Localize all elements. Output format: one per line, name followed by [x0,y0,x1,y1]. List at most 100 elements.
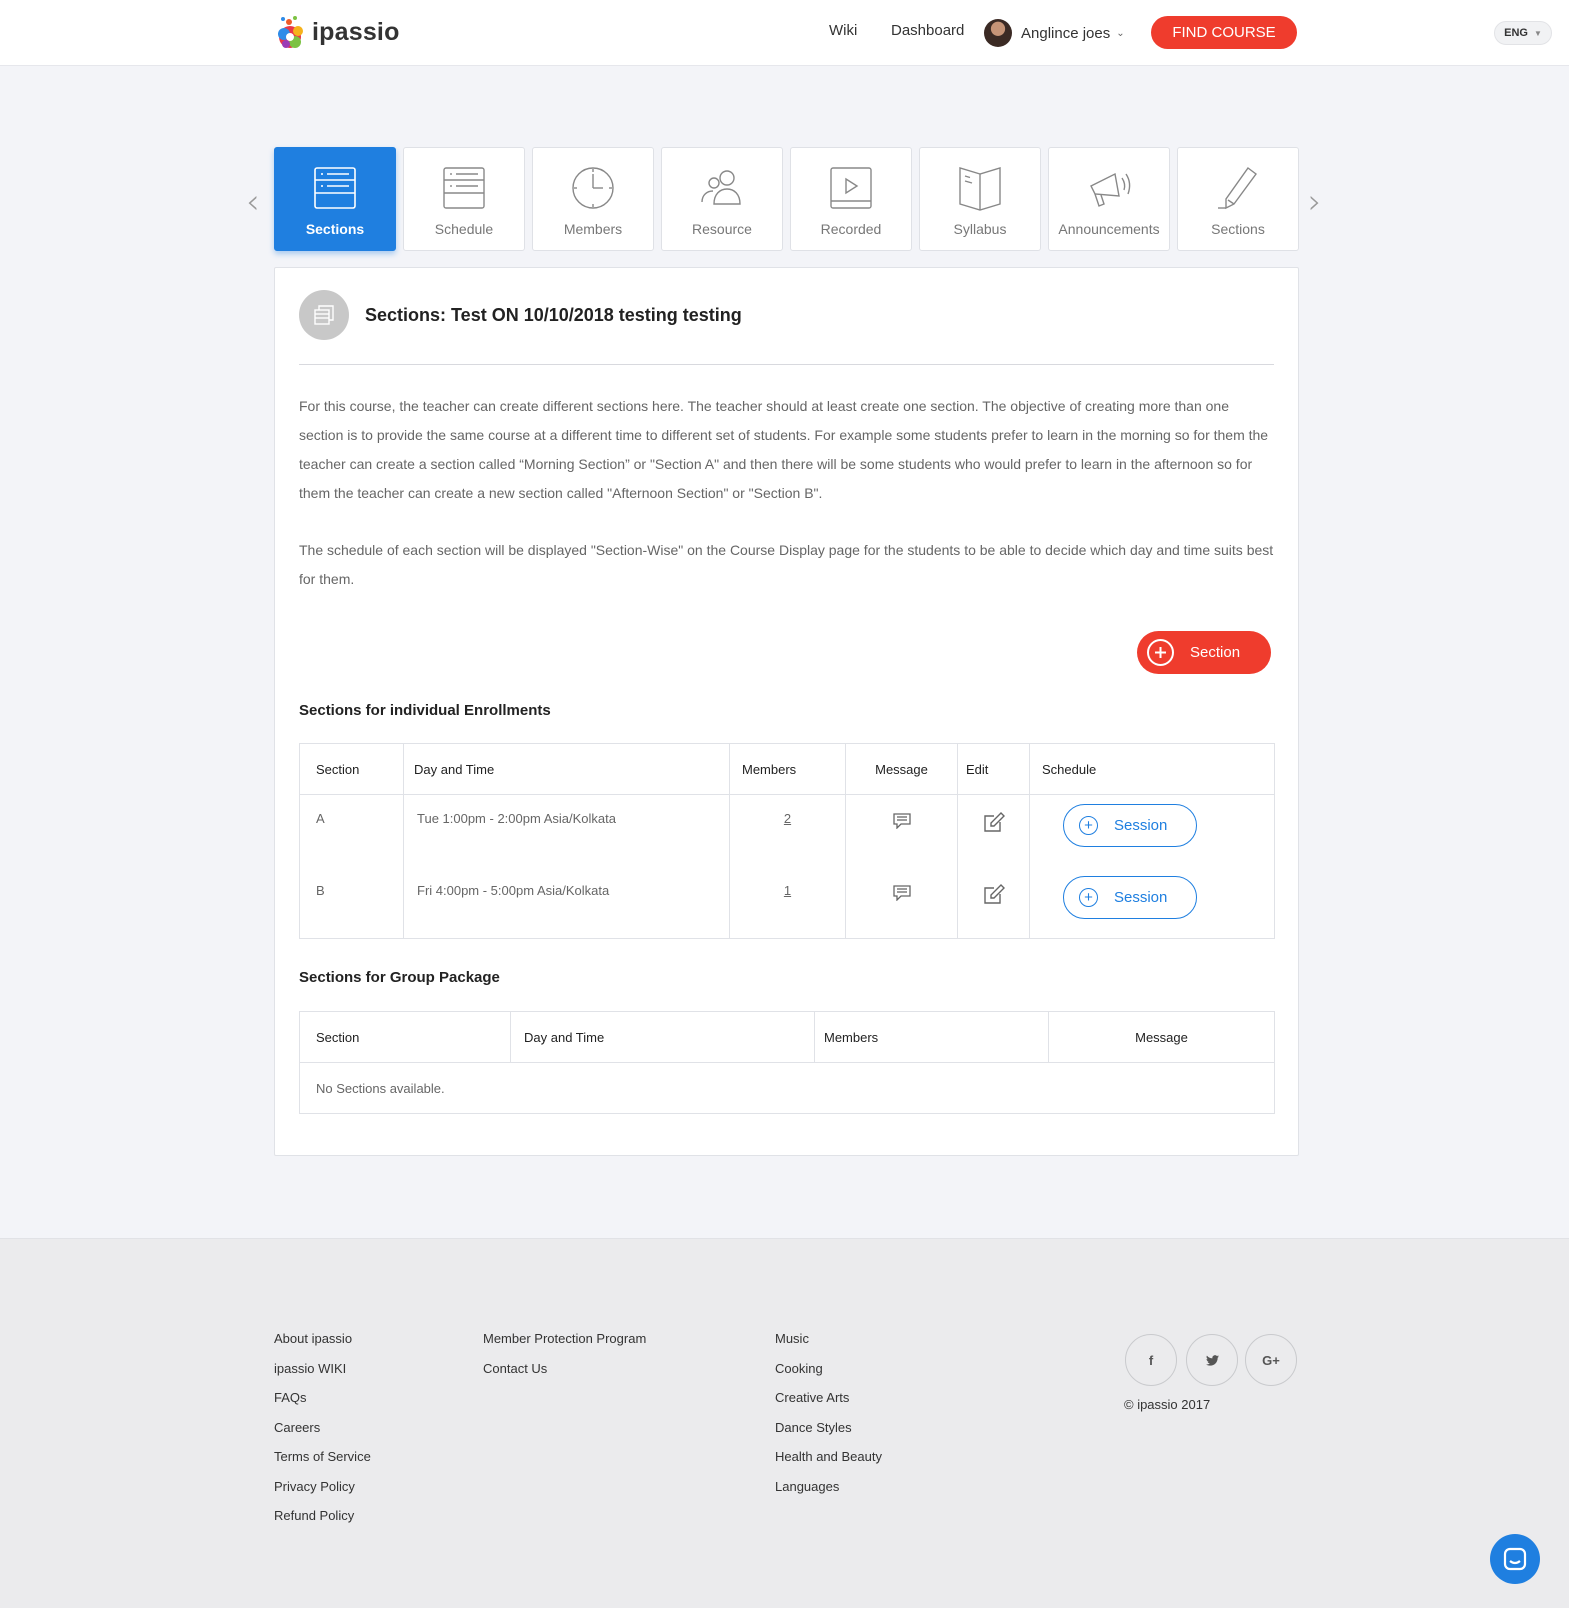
footer-link[interactable]: Careers [274,1420,320,1435]
group-sections-title: Sections for Group Package [299,969,500,986]
book-icon [959,167,1001,211]
col-header: Day and Time [510,1011,815,1063]
logo[interactable]: ipassio [272,12,400,52]
plus-icon [1147,639,1174,666]
logo-mark-icon [278,16,303,48]
tabs-next-arrow-icon[interactable]: › [1308,182,1322,222]
description: For this course, the teacher can create … [299,392,1274,622]
footer-link[interactable]: FAQs [274,1390,307,1405]
add-section-button[interactable]: Section [1137,631,1271,674]
col-header: Message [845,743,958,795]
table-row: A Tue 1:00pm - 2:00pm Asia/Kolkata 2 + S… [299,794,1275,867]
megaphone-icon [1090,172,1131,207]
tabs-prev-arrow-icon[interactable]: ‹ [246,182,260,222]
page-title: Sections: Test ON 10/10/2018 testing tes… [365,304,742,325]
tab-label: Schedule [434,221,494,237]
tab-label: Members [563,221,623,237]
footer-link[interactable]: Member Protection Program [483,1331,646,1346]
members-count-link[interactable]: 2 [784,811,791,826]
footer-link[interactable]: Languages [775,1479,839,1494]
schedule-cell: + Session [1029,794,1275,867]
col-header: Section [299,743,404,795]
members-icon [701,170,741,205]
footer-link[interactable]: ipassio WIKI [274,1361,346,1376]
members-count-link[interactable]: 1 [784,883,791,898]
tab-label: Announcements [1058,221,1160,237]
edit-cell [957,794,1030,867]
tab-label: Sections [1211,221,1265,237]
tab-members[interactable]: Members [532,147,654,251]
footer-link[interactable]: Dance Styles [775,1420,852,1435]
tab-syllabus[interactable]: Syllabus [919,147,1041,251]
footer-link[interactable]: Refund Policy [274,1508,354,1523]
avatar [984,19,1012,47]
time-cell: Fri 4:00pm - 5:00pm Asia/Kolkata [403,866,730,939]
footer-link[interactable]: Terms of Service [274,1449,371,1464]
video-icon [830,167,872,209]
logo-text: ipassio [312,17,400,46]
tab-recorded[interactable]: Recorded [790,147,912,251]
tab-label: Resource [692,221,752,237]
add-section-label: Section [1190,644,1241,661]
nav-dashboard[interactable]: Dashboard [891,22,964,39]
footer-link[interactable]: Health and Beauty [775,1449,882,1464]
members-cell: 2 [729,794,846,867]
edit-icon[interactable] [983,811,1005,833]
nav-wiki[interactable]: Wiki [829,22,857,39]
user-menu[interactable]: Anglince joes ⌄ [984,19,1125,47]
chat-widget-button[interactable] [1490,1534,1540,1584]
google-plus-icon[interactable]: G+ [1245,1334,1297,1386]
top-header: ipassio Wiki Dashboard Anglince joes ⌄ F… [0,0,1569,66]
message-icon[interactable] [892,883,912,902]
description-paragraph: For this course, the teacher can create … [299,398,1269,501]
table-header-row: Section Day and Time Members Message [299,1011,1275,1063]
tab-label: Syllabus [953,221,1007,237]
schedule-icon [443,167,485,209]
facebook-icon[interactable]: f [1125,1334,1177,1386]
col-header: Day and Time [403,743,730,795]
message-icon[interactable] [892,811,912,830]
clock-icon [572,167,614,209]
session-label: Session [1114,888,1168,906]
table-row: B Fri 4:00pm - 5:00pm Asia/Kolkata 1 + S… [299,866,1275,939]
individual-sections-table: Section Day and Time Members Message Edi… [299,743,1275,939]
footer-link[interactable]: Creative Arts [775,1390,849,1405]
footer-link[interactable]: Cooking [775,1361,823,1376]
sections-badge-icon [299,290,349,340]
empty-message: No Sections available. [299,1062,1275,1114]
footer-link[interactable]: Privacy Policy [274,1479,355,1494]
twitter-icon[interactable] [1186,1334,1238,1386]
tab-sections-edit[interactable]: Sections [1177,147,1299,251]
add-session-button[interactable]: + Session [1063,875,1197,919]
footer-col-company: About ipassio ipassio WIKI FAQs Careers … [274,1331,371,1538]
table-row: No Sections available. [299,1062,1275,1114]
tab-announcements[interactable]: Announcements [1048,147,1170,251]
footer-link[interactable]: Contact Us [483,1361,547,1376]
language-selector[interactable]: ENG ▼ [1494,21,1552,45]
sections-icon [314,167,356,209]
find-course-button[interactable]: FIND COURSE [1151,16,1297,49]
tab-resource[interactable]: Resource [661,147,783,251]
caret-down-icon: ▼ [1533,28,1542,38]
col-header: Schedule [1029,743,1275,795]
edit-icon[interactable] [983,883,1005,905]
time-cell: Tue 1:00pm - 2:00pm Asia/Kolkata [403,794,730,867]
col-header: Members [729,743,846,795]
section-cell: A [299,794,404,867]
user-name: Anglince joes [1021,24,1111,42]
section-cell: B [299,866,404,939]
individual-sections-title: Sections for individual Enrollments [299,702,551,719]
footer-link[interactable]: Music [775,1331,809,1346]
col-header: Edit [957,743,1030,795]
footer-link[interactable]: About ipassio [274,1331,352,1346]
tab-schedule[interactable]: Schedule [403,147,525,251]
tab-sections[interactable]: Sections [274,147,396,251]
language-label: ENG [1504,27,1528,39]
add-session-button[interactable]: + Session [1063,804,1197,847]
sections-panel: Sections: Test ON 10/10/2018 testing tes… [274,267,1299,1156]
message-cell [845,794,958,867]
description-paragraph: The schedule of each section will be dis… [299,542,1274,587]
col-header: Members [814,1011,1049,1063]
tab-label: Sections [305,221,365,237]
footer-col-support: Member Protection Program Contact Us [483,1331,646,1390]
